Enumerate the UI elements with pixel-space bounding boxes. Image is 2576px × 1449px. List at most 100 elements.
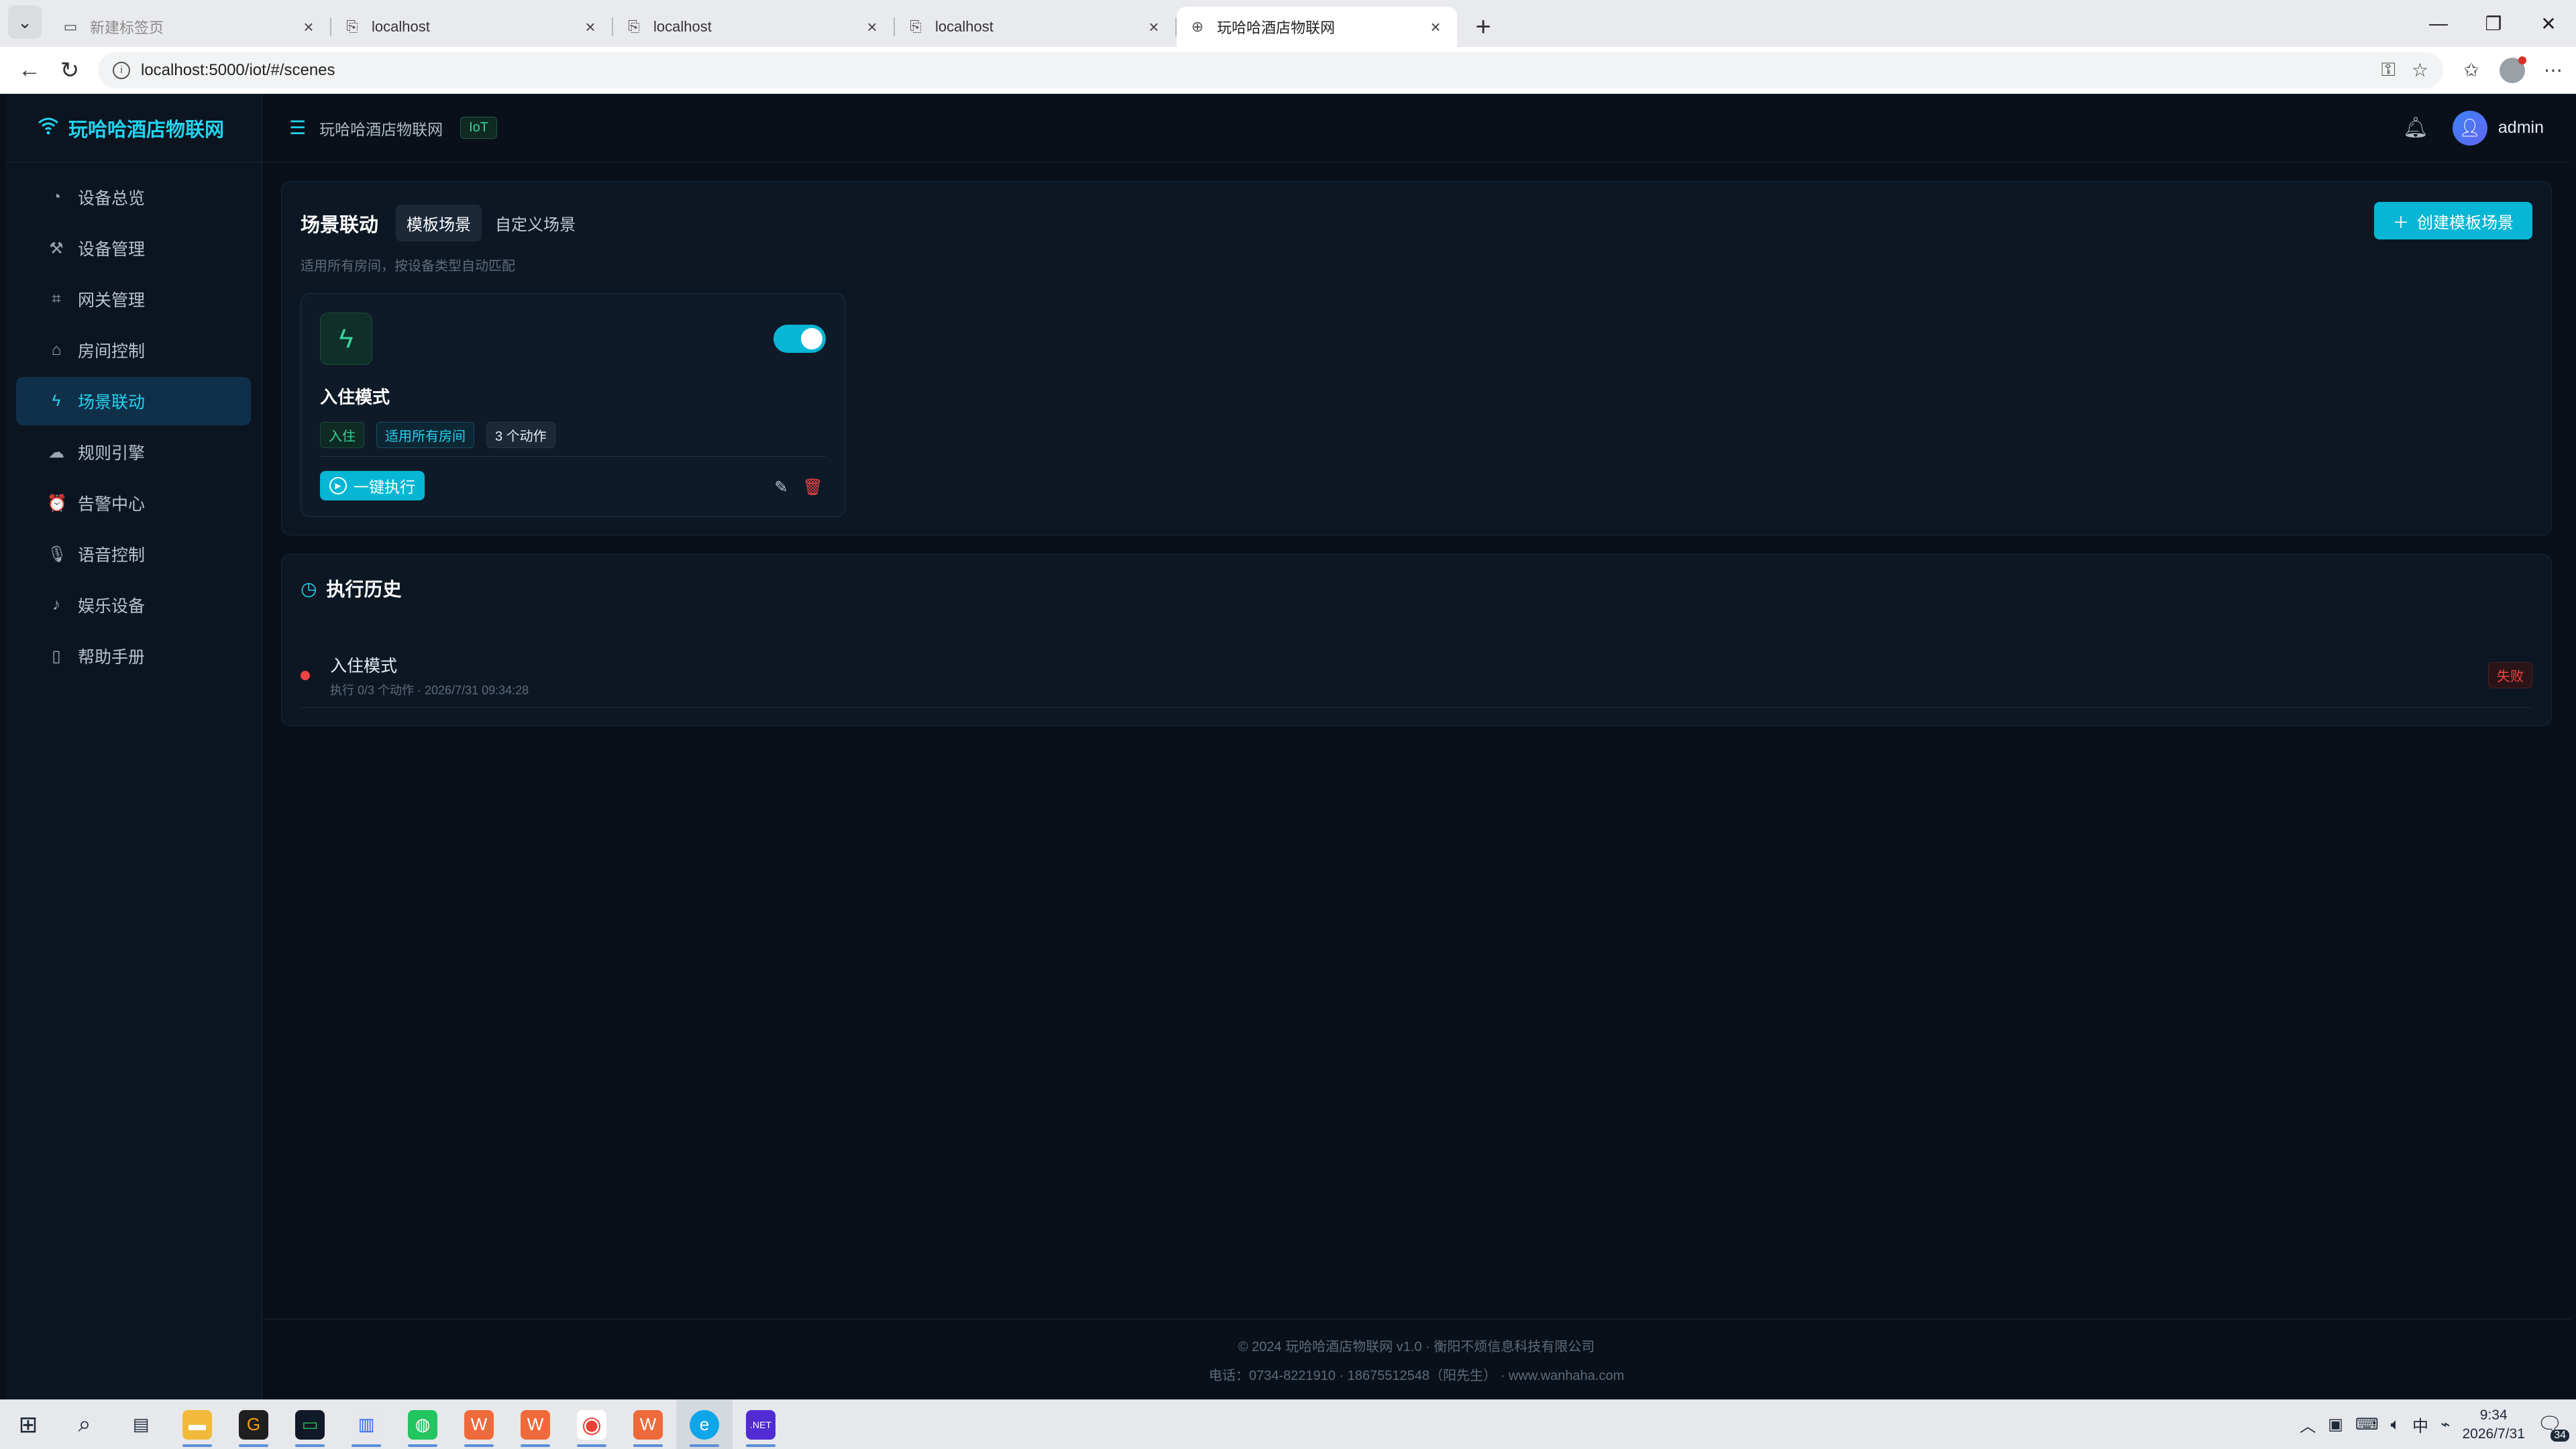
sidebar-item-label: 设备总览 [78,189,146,208]
url-bar[interactable]: i localhost:5000/iot/#/scenes ⚿ ☆ [98,52,2443,89]
page-title: 场景联动 [301,214,379,236]
more-menu-icon[interactable]: ⋯ [2540,59,2567,81]
tab-custom-scenes[interactable]: 自定义场景 [484,205,586,241]
bell-icon[interactable]: 🔔︎ [2403,116,2428,140]
clock[interactable]: 9:34 2026/7/31 [2462,1406,2524,1444]
run-scene-button[interactable]: ▶ 一键执行 [320,471,425,500]
history-row[interactable]: 入住模式 执行 0/3 个动作 · 2026/7/31 09:34:28 失败 [301,643,2532,708]
taskbar-file-explorer[interactable]: ▬ [169,1400,225,1449]
chrome-icon: ◉ [577,1409,606,1440]
volume-icon[interactable]: 🔈︎ [2391,1415,2400,1434]
favorites-icon[interactable]: ✩ [2458,59,2485,81]
iot-app: 玩哈哈酒店物联网 ◔ 设备总览 ⚒ 设备管理 ⌗ 网关管理 ⌂ 房间控制 ϟ 场… [5,94,2571,1399]
windows-icon: ⊞ [18,1411,38,1438]
tab-title: localhost [653,18,712,35]
back-button[interactable]: ← [9,50,50,91]
edit-icon[interactable]: ✎ [774,478,788,497]
sidebar-item-alarms[interactable]: ⏰ 告警中心 [16,479,251,527]
close-icon[interactable]: × [581,17,600,38]
notepad-icon: ▥ [352,1409,381,1440]
app-g-icon: G [239,1409,268,1440]
close-icon[interactable]: × [1426,17,1445,38]
taskbar-search[interactable]: ⌕ [56,1400,113,1449]
network-icon[interactable]: ⌨ [2355,1415,2379,1434]
wps-icon: W [464,1409,494,1440]
reload-button[interactable]: ↻ [50,50,90,91]
plus-icon: + [1475,11,1491,42]
taskbar-dotnet[interactable]: .NET [733,1400,789,1449]
sidebar-item-help[interactable]: ▯ 帮助手册 [16,632,251,680]
taskbar-wps-2[interactable]: W [507,1400,564,1449]
profile-avatar[interactable] [2500,56,2526,83]
new-tab-page-icon: ▭ [63,18,78,35]
chevron-up-icon[interactable]: ︿ [2300,1413,2316,1436]
taskbar-wps-1[interactable]: W [451,1400,507,1449]
sidebar-item-overview[interactable]: ◔ 设备总览 [16,173,251,221]
sidebar-item-rules[interactable]: ☁ 规则引擎 [16,428,251,476]
taskbar-terminal[interactable]: ▭ [282,1400,338,1449]
taskbar-task-view[interactable]: ▤ [113,1400,169,1449]
close-icon[interactable]: × [863,17,881,38]
sidebar-item-entertainment[interactable]: ♪ 娱乐设备 [16,581,251,629]
chevron-down-icon: ⌄ [17,11,32,32]
wps-icon: W [633,1409,663,1440]
create-template-scene-button[interactable]: ＋ 创建模板场景 [2374,202,2532,239]
scene-enable-toggle[interactable] [773,325,826,353]
close-window-icon[interactable]: ✕ [2521,13,2576,35]
key-icon[interactable]: ⚿ [2381,59,2396,81]
taskbar-app-g[interactable]: G [225,1400,282,1449]
gateway-icon: ⌗ [52,290,61,308]
sidebar-item-voice[interactable]: 🎙︎ 语音控制 [16,530,251,578]
user-menu[interactable]: 👤︎ admin [2452,110,2544,146]
sidebar-item-label: 场景联动 [78,393,146,412]
taskbar-wps-3[interactable]: W [620,1400,676,1449]
sidebar-item-rooms[interactable]: ⌂ 房间控制 [16,326,251,374]
taskbar-wechat[interactable]: ◍ [394,1400,451,1449]
browser-tab-localhost-3[interactable]: ⎘ localhost × [895,7,1177,47]
history-header: ◷ 执行历史 [301,575,2532,602]
taskbar-chrome[interactable]: ◉ [564,1400,620,1449]
sidebar-item-scenes[interactable]: ϟ 场景联动 [16,377,251,425]
menu-toggle-icon[interactable]: ☰ [289,117,306,139]
status-badge: 失败 [2488,662,2532,688]
ime-indicator[interactable]: 中 [2412,1413,2428,1436]
sidebar-item-devices[interactable]: ⚒ 设备管理 [16,224,251,272]
tab-list-button[interactable]: ⌄ [8,5,42,39]
topbar-title: 玩哈哈酒店物联网 [319,120,443,138]
input-mode-icon[interactable]: ⌁ [2440,1415,2450,1434]
minimize-icon[interactable]: — [2411,13,2466,34]
omnibox-actions: ⚿ ☆ [2381,59,2428,81]
notification-center[interactable]: 🗨︎ 34 [2537,1413,2569,1442]
browser-tab-localhost-1[interactable]: ⎘ localhost × [331,7,613,47]
browser-tab-localhost-2[interactable]: ⎘ localhost × [613,7,895,47]
sidebar-item-gateways[interactable]: ⌗ 网关管理 [16,275,251,323]
browser-tab-active[interactable]: ⊕ 玩哈哈酒店物联网 × [1177,7,1457,47]
close-icon[interactable]: × [1144,17,1163,38]
close-icon[interactable]: × [299,17,318,38]
browser-tab-new[interactable]: ▭ 新建标签页 × [50,7,331,47]
trash-icon[interactable]: 🗑︎ [803,478,823,497]
browser-tab-bar: ⌄ ▭ 新建标签页 × ⎘ localhost × ⎘ localhost × … [0,0,2576,47]
tab-title: 玩哈哈酒店物联网 [1217,19,1336,36]
url-text[interactable]: localhost:5000/iot/#/scenes [141,61,2371,80]
history-panel: ◷ 执行历史 入住模式 执行 0/3 个动作 · 2026/7/31 09:34… [281,554,2552,726]
site-info-icon[interactable]: i [113,61,130,79]
sidebar-item-label: 帮助手册 [78,648,146,667]
restore-icon[interactable]: ❐ [2466,13,2521,35]
scenes-subtitle: 适用所有房间，按设备类型自动匹配 [301,259,515,274]
history-text: 入住模式 执行 0/3 个动作 · 2026/7/31 09:34:28 [330,653,529,698]
home-icon: ⌂ [51,341,62,359]
new-tab-button[interactable]: + [1466,10,1500,44]
start-button[interactable]: ⊞ [0,1400,56,1449]
scenes-header: 场景联动 模板场景 自定义场景 [301,205,2532,241]
taskbar-notepad[interactable]: ▥ [338,1400,394,1449]
tab-title: localhost [372,18,430,35]
star-icon[interactable]: ☆ [2412,59,2428,81]
gamepad-icon: ♪ [52,596,60,614]
task-view-icon: ▤ [132,1414,150,1434]
taskbar-edge[interactable]: e [676,1399,733,1449]
tab-template-scenes[interactable]: 模板场景 [396,205,482,241]
brand-logo[interactable]: 玩哈哈酒店物联网 [5,94,262,162]
history-title: 执行历史 [326,579,402,600]
monitor-icon[interactable]: ▣ [2328,1415,2343,1434]
